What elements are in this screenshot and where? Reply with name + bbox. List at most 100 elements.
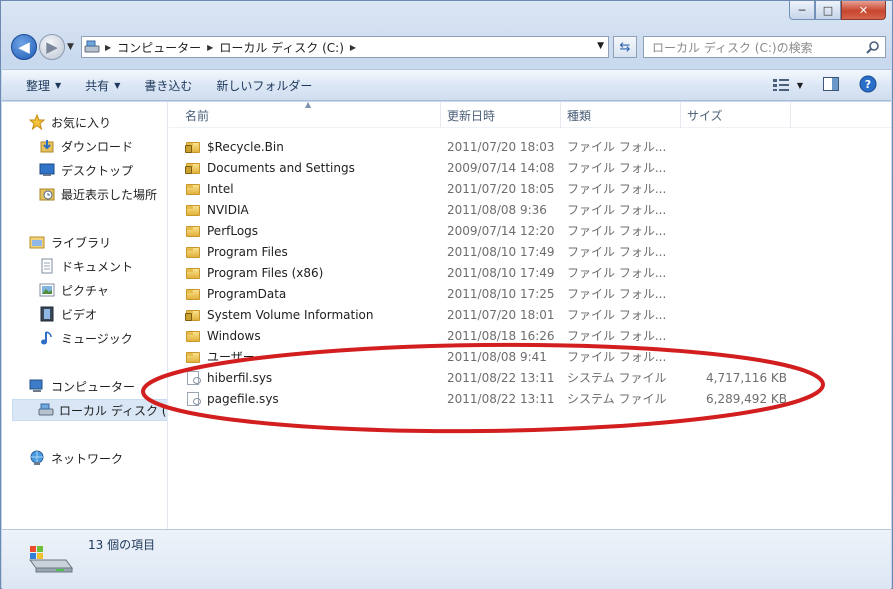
column-header-type[interactable]: 種類 bbox=[561, 102, 681, 128]
table-row[interactable]: ユーザー 2011/08/08 9:41 ファイル フォル... bbox=[169, 346, 891, 367]
table-row[interactable]: Program Files (x86) 2011/08/10 17:49 ファイル … bbox=[169, 262, 891, 283]
details-pane: 13 個の項目 bbox=[2, 529, 891, 589]
file-name-cell[interactable]: pagefile.sys bbox=[185, 388, 439, 409]
sidebar-item-local-disk[interactable]: ローカル ディスク (C:) bbox=[12, 399, 167, 421]
table-row[interactable]: ProgramData 2011/08/10 17:25 ファイル フォル... bbox=[169, 283, 891, 304]
sidebar-item-label: お気に入り bbox=[51, 115, 112, 130]
file-name-cell[interactable]: Program Files (x86) bbox=[185, 262, 439, 283]
organize-menu[interactable]: 整理 ▼ bbox=[2, 70, 73, 100]
file-name-cell[interactable]: Program Files bbox=[185, 241, 439, 262]
desktop-icon bbox=[38, 162, 56, 178]
sidebar-item-label: ドキュメント bbox=[61, 259, 134, 274]
sidebar-item-computer[interactable]: コンピューター bbox=[28, 375, 135, 397]
sidebar-item-recent[interactable]: 最近表示した場所 bbox=[38, 183, 157, 205]
sidebar-item-favorites[interactable]: お気に入り bbox=[28, 111, 111, 133]
file-date: 2011/08/18 16:26 bbox=[447, 328, 555, 343]
downloads-folder-icon bbox=[38, 138, 56, 154]
sidebar-item-network[interactable]: ネットワーク bbox=[28, 447, 123, 469]
table-row[interactable]: hiberfil.sys 2011/08/22 13:11 システム ファイル 4,7… bbox=[169, 367, 891, 388]
file-date: 2011/07/20 18:05 bbox=[447, 181, 555, 196]
table-row[interactable]: System Volume Information 2011/07/20 18:0… bbox=[169, 304, 891, 325]
column-header-label: 名前 bbox=[185, 108, 210, 123]
help-button[interactable]: ? bbox=[859, 75, 877, 96]
drive-icon bbox=[38, 402, 54, 418]
recent-pages-dropdown[interactable]: ▼ bbox=[67, 42, 74, 52]
file-name-cell[interactable]: Windows bbox=[185, 325, 439, 346]
file-size: 6,289,492 KB bbox=[706, 391, 787, 406]
breadcrumb-local-disk[interactable]: ローカル ディスク (C:) bbox=[216, 39, 347, 56]
svg-text:?: ? bbox=[865, 78, 871, 91]
forward-button[interactable]: ▶ bbox=[39, 34, 65, 60]
file-size bbox=[687, 178, 787, 199]
file-name-cell[interactable]: NVIDIA bbox=[185, 199, 439, 220]
table-row[interactable]: Documents and Settings 2009/07/14 14:08 ファ… bbox=[169, 157, 891, 178]
table-row[interactable]: Program Files 2011/08/10 17:49 ファイル フォル... bbox=[169, 241, 891, 262]
breadcrumb-separator-icon[interactable]: ▶ bbox=[102, 43, 114, 52]
sidebar-item-libraries[interactable]: ライブラリ bbox=[28, 231, 111, 253]
sidebar-item-label: 最近表示した場所 bbox=[61, 187, 158, 202]
burn-button[interactable]: 書き込む bbox=[132, 70, 204, 100]
table-row[interactable]: PerfLogs 2009/07/14 12:20 ファイル フォル... bbox=[169, 220, 891, 241]
close-button[interactable]: ✕ bbox=[841, 1, 886, 20]
folder-icon bbox=[185, 224, 201, 238]
share-label: 共有 bbox=[85, 78, 110, 93]
sidebar-item-desktop[interactable]: デスクトップ bbox=[38, 159, 133, 181]
sidebar-item-music[interactable]: ミュージック bbox=[38, 327, 133, 349]
file-name: Documents and Settings bbox=[207, 160, 355, 175]
table-row[interactable]: Intel 2011/07/20 18:05 ファイル フォル... bbox=[169, 178, 891, 199]
file-date: 2011/08/08 9:36 bbox=[447, 202, 547, 217]
new-folder-button[interactable]: 新しいフォルダー bbox=[204, 70, 324, 100]
file-name-cell[interactable]: System Volume Information bbox=[185, 304, 439, 325]
refresh-button[interactable]: ⇆ bbox=[613, 36, 637, 58]
file-type: ファイル フォル... bbox=[567, 161, 667, 175]
sidebar-item-documents[interactable]: ドキュメント bbox=[38, 255, 133, 277]
file-type: ファイル フォル... bbox=[567, 203, 667, 217]
sidebar-item-pictures[interactable]: ピクチャ bbox=[38, 279, 109, 301]
file-name: hiberfil.sys bbox=[207, 370, 273, 385]
address-bar[interactable]: ▶ コンピューター ▶ ローカル ディスク (C:) ▶ ▼ bbox=[81, 36, 609, 58]
file-name: ProgramData bbox=[207, 286, 287, 301]
view-options-button[interactable]: ▼ bbox=[772, 79, 803, 91]
table-row[interactable]: NVIDIA 2011/08/08 9:36 ファイル フォル... bbox=[169, 199, 891, 220]
table-row[interactable]: $Recycle.Bin 2011/07/20 18:03 ファイル フォル... bbox=[169, 136, 891, 157]
file-name-cell[interactable]: Documents and Settings bbox=[185, 157, 439, 178]
share-menu[interactable]: 共有 ▼ bbox=[73, 70, 132, 100]
file-size bbox=[687, 304, 787, 325]
maximize-button[interactable]: □ bbox=[815, 1, 841, 20]
breadcrumb-separator-icon[interactable]: ▶ bbox=[204, 43, 216, 52]
file-size bbox=[687, 283, 787, 304]
file-name-cell[interactable]: ユーザー bbox=[185, 346, 439, 367]
search-icon[interactable] bbox=[866, 40, 880, 57]
minimize-button[interactable]: ─ bbox=[789, 1, 815, 20]
address-history-dropdown[interactable]: ▼ bbox=[597, 41, 604, 51]
file-name-cell[interactable]: hiberfil.sys bbox=[185, 367, 439, 388]
file-name-cell[interactable]: ProgramData bbox=[185, 283, 439, 304]
file-name-cell[interactable]: $Recycle.Bin bbox=[185, 136, 439, 157]
breadcrumb-computer[interactable]: コンピューター bbox=[114, 39, 204, 56]
preview-pane-button[interactable] bbox=[823, 76, 839, 94]
file-name-cell[interactable]: PerfLogs bbox=[185, 220, 439, 241]
command-bar: 整理 ▼ 共有 ▼ 書き込む 新しいフォルダー ▼ ? bbox=[2, 69, 891, 101]
file-name-cell[interactable]: Intel bbox=[185, 178, 439, 199]
sidebar-item-label: デスクトップ bbox=[61, 163, 134, 178]
search-input[interactable]: ローカル ディスク (C:)の検索 bbox=[643, 36, 886, 58]
file-size bbox=[687, 325, 787, 346]
sidebar-item-videos[interactable]: ビデオ bbox=[38, 303, 97, 325]
file-size bbox=[687, 262, 787, 283]
file-name: NVIDIA bbox=[207, 202, 249, 217]
file-date: 2011/08/10 17:25 bbox=[447, 286, 555, 301]
locked-folder-icon bbox=[185, 161, 201, 175]
column-header-row: 名前 ▲ 更新日時 種類 サイズ bbox=[169, 100, 891, 128]
back-button[interactable]: ◀ bbox=[11, 34, 37, 60]
breadcrumb-separator-icon[interactable]: ▶ bbox=[347, 43, 359, 52]
sidebar-item-downloads[interactable]: ダウンロード bbox=[38, 135, 133, 157]
column-header-date[interactable]: 更新日時 bbox=[441, 102, 561, 128]
file-date: 2011/07/20 18:03 bbox=[447, 139, 555, 154]
table-row[interactable]: pagefile.sys 2011/08/22 13:11 システム ファイル 6,2… bbox=[169, 388, 891, 409]
table-row[interactable]: Windows 2011/08/18 16:26 ファイル フォル... bbox=[169, 325, 891, 346]
column-header-size[interactable]: サイズ bbox=[681, 102, 791, 128]
sidebar-item-label: コンピューター bbox=[51, 379, 136, 394]
file-date: 2011/08/08 9:41 bbox=[447, 349, 547, 364]
refresh-icon: ⇆ bbox=[619, 39, 631, 55]
file-date: 2009/07/14 12:20 bbox=[447, 223, 555, 238]
